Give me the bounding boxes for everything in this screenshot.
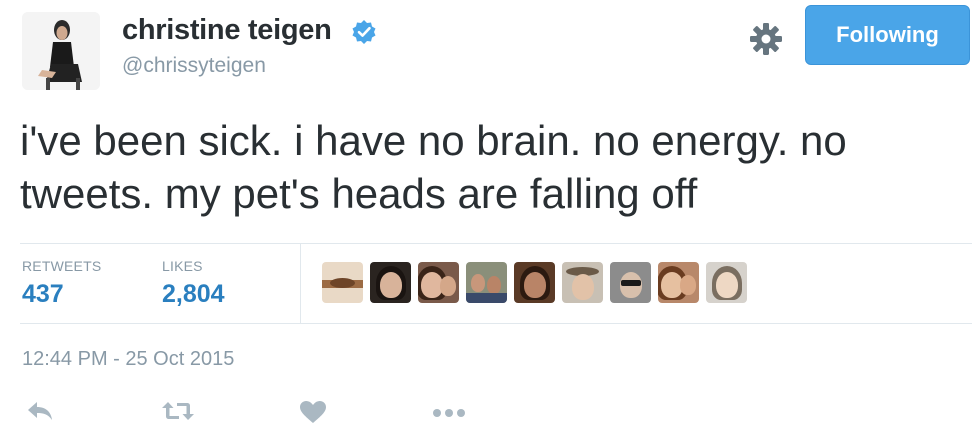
display-name[interactable]: christine teigen (122, 14, 332, 47)
gear-icon[interactable] (747, 20, 785, 58)
divider (20, 323, 972, 324)
liker-avatar[interactable] (418, 262, 459, 303)
retweets-stat[interactable]: RETWEETS 437 (22, 258, 101, 309)
verified-badge-icon (352, 20, 376, 44)
divider (20, 243, 972, 244)
tweet-text: i've been sick. i have no brain. no ener… (20, 117, 847, 217)
divider (300, 244, 301, 323)
reply-icon[interactable] (26, 400, 54, 422)
likes-count[interactable]: 2,804 (162, 280, 225, 309)
user-handle[interactable]: @chrissyteigen (122, 54, 266, 78)
liker-avatar[interactable] (466, 262, 507, 303)
liker-avatar[interactable] (370, 262, 411, 303)
more-icon[interactable] (432, 408, 466, 418)
liker-avatar[interactable] (706, 262, 747, 303)
liker-avatar[interactable] (658, 262, 699, 303)
retweets-label: RETWEETS (22, 258, 102, 274)
likes-label: LIKES (162, 258, 203, 274)
following-button[interactable]: Following (805, 5, 970, 65)
likes-stat[interactable]: LIKES 2,804 (162, 258, 225, 309)
like-icon[interactable] (299, 400, 327, 424)
avatar[interactable] (22, 12, 100, 90)
liker-avatar[interactable] (562, 262, 603, 303)
likers-avatar-list (322, 262, 747, 303)
liker-avatar[interactable] (322, 262, 363, 303)
retweets-count[interactable]: 437 (22, 280, 101, 309)
retweet-icon[interactable] (161, 400, 195, 422)
liker-avatar[interactable] (610, 262, 651, 303)
liker-avatar[interactable] (514, 262, 555, 303)
profile-photo (22, 12, 100, 90)
tweet-timestamp[interactable]: 12:44 PM - 25 Oct 2015 (22, 348, 234, 371)
